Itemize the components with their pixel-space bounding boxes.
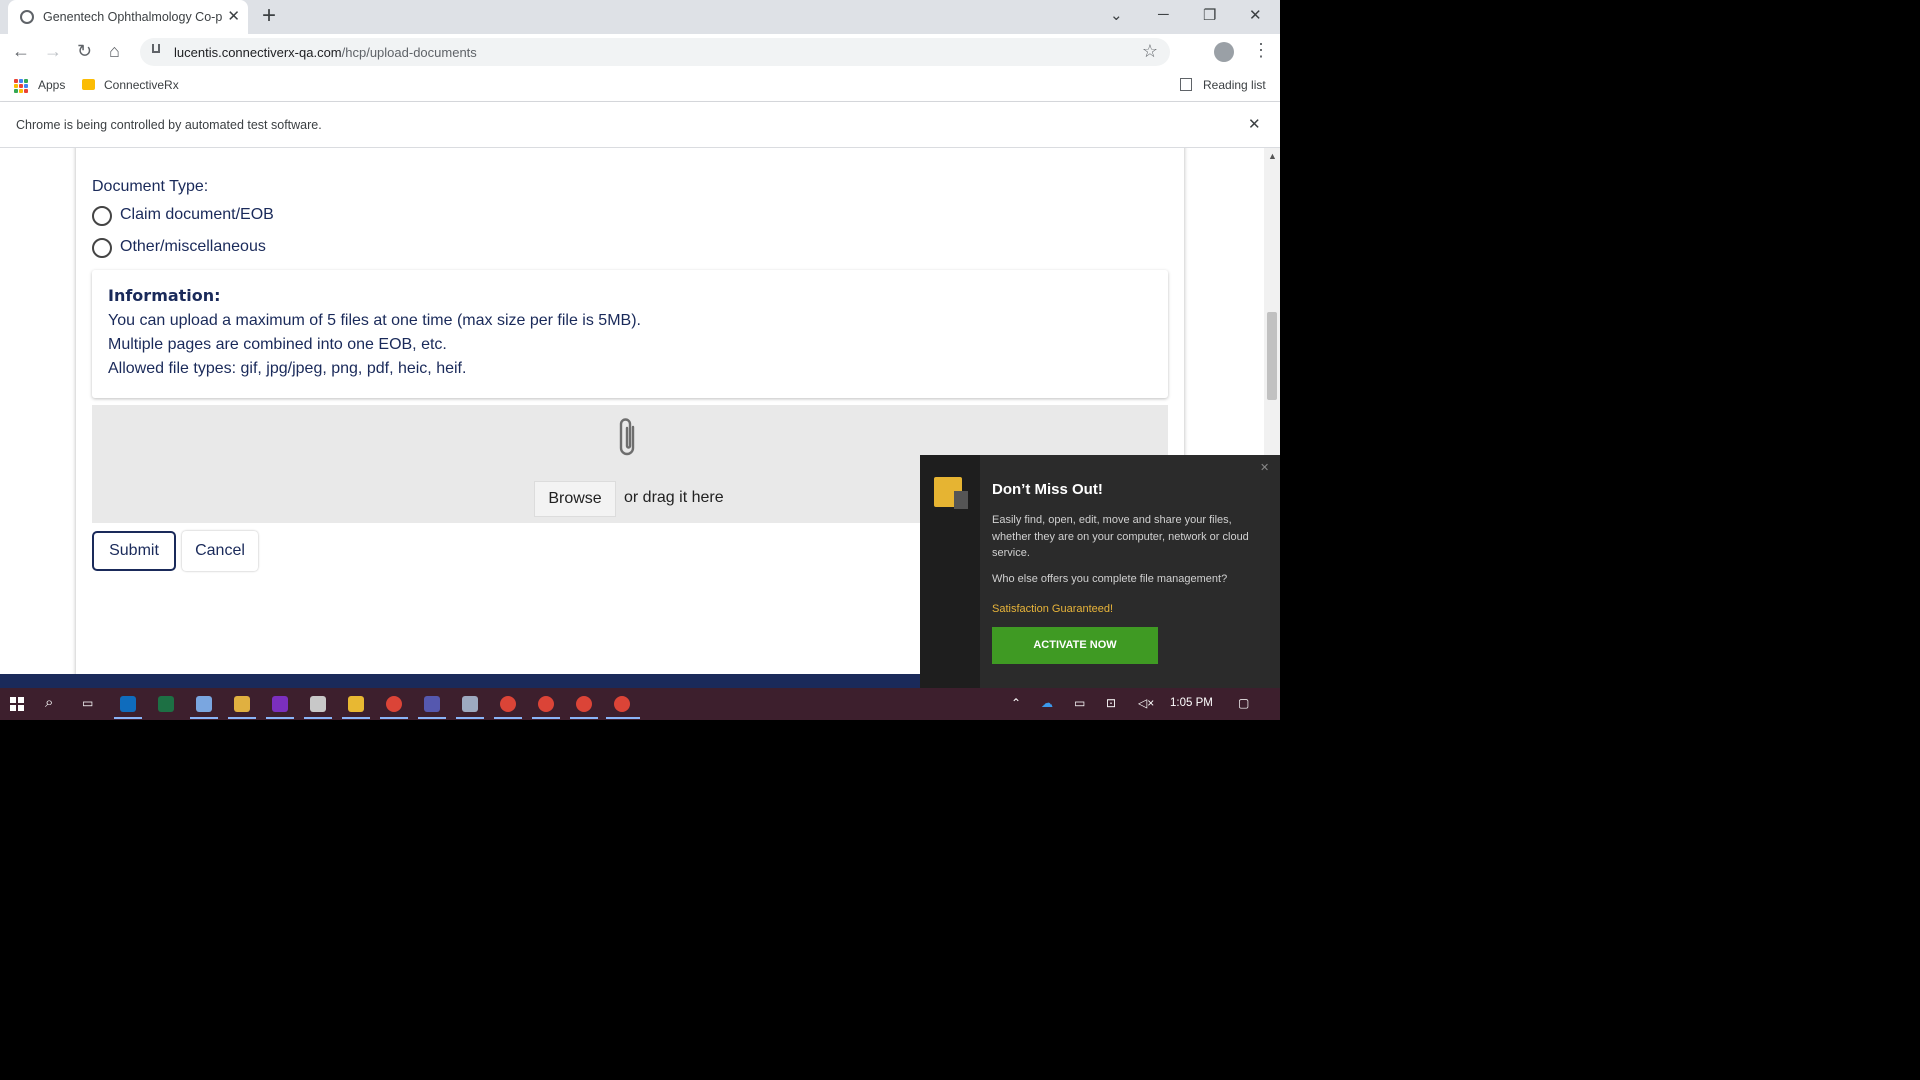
reload-icon[interactable]: ↻ (77, 41, 92, 62)
scrollbar-thumb[interactable] (1267, 312, 1277, 400)
minimize-button[interactable]: ─ (1158, 6, 1169, 23)
document-type-label: Document Type: (92, 178, 209, 195)
battery-icon[interactable]: ▭ (1074, 696, 1085, 710)
promo-popup: ✕ Don’t Miss Out! Easily find, open, edi… (920, 455, 1280, 688)
new-tab-button[interactable]: + (262, 3, 276, 29)
reading-list-button[interactable]: Reading list (1203, 78, 1266, 92)
outlook-active-indicator (114, 717, 142, 719)
onedrive-icon[interactable]: ☁ (1041, 696, 1053, 710)
apps-grid-icon (14, 79, 28, 93)
profile-avatar[interactable] (1214, 42, 1234, 62)
chrome-icon[interactable] (538, 696, 554, 712)
more-menu-icon[interactable]: ⋮ (1252, 40, 1270, 61)
tab-search-icon[interactable]: ⌄ (1110, 6, 1123, 24)
chrome-active-indicator (494, 717, 522, 719)
url-text: lucentis.connectiverx-qa.com/hcp/upload-… (174, 45, 477, 60)
popup-question: Who else offers you complete file manage… (992, 573, 1228, 585)
file-explorer-icon[interactable] (348, 696, 364, 712)
info-line-file-types: Allowed file types: gif, jpg/jpeg, png, … (108, 360, 467, 377)
restore-button[interactable]: ❐ (1203, 6, 1216, 24)
information-heading: Information: (108, 286, 221, 305)
popup-sidebar (920, 455, 980, 688)
bookmark-apps[interactable]: Apps (38, 78, 65, 92)
close-window-button[interactable]: ✕ (1249, 6, 1262, 24)
popup-title: Don’t Miss Out! (992, 481, 1103, 498)
radio-label-claim-document[interactable]: Claim document/EOB (120, 206, 274, 224)
task-view-icon[interactable]: ▭ (82, 696, 93, 710)
lock-icon (152, 44, 160, 53)
automation-infobar: Chrome is being controlled by automated … (0, 102, 1280, 148)
bookmark-connectiverx[interactable]: ConnectiveRx (104, 78, 179, 92)
chrome-active-indicator (606, 717, 640, 719)
bookmark-star-icon[interactable]: ☆ (1142, 41, 1158, 62)
browser-toolbar: ← → ↻ ⌂ lucentis.connectiverx-qa.com/hcp… (0, 34, 1280, 70)
popup-guarantee: Satisfaction Guaranteed! (992, 603, 1114, 615)
tab-title: Genentech Ophthalmology Co-p (43, 10, 223, 24)
git-active-indicator (228, 717, 256, 719)
close-tab-icon[interactable]: ✕ (227, 7, 240, 25)
paint-icon[interactable] (310, 696, 326, 712)
paperclip-icon (619, 418, 635, 456)
network-icon[interactable]: ⊡ (1106, 696, 1116, 710)
address-bar[interactable]: lucentis.connectiverx-qa.com/hcp/upload-… (140, 38, 1170, 66)
folder-icon (82, 79, 95, 90)
remote-active-indicator (456, 717, 484, 719)
bookmarks-bar: Apps ConnectiveRx Reading list (0, 70, 1280, 102)
infobar-message: Chrome is being controlled by automated … (16, 118, 322, 132)
onenote-icon[interactable] (272, 696, 288, 712)
radio-label-other-miscellaneous[interactable]: Other/miscellaneous (120, 238, 266, 256)
cancel-button[interactable]: Cancel (182, 531, 258, 571)
globe-icon (20, 10, 34, 24)
info-line-max-files: You can upload a maximum of 5 files at o… (108, 312, 641, 329)
tab-strip: Genentech Ophthalmology Co-p ✕ + ⌄ ─ ❐ ✕ (0, 0, 1280, 34)
search-icon[interactable]: ⌕ (45, 694, 53, 711)
popup-description: Easily find, open, edit, move and share … (992, 514, 1249, 559)
chevron-up-icon[interactable]: ⌃ (1011, 696, 1021, 710)
teams-icon[interactable] (424, 696, 440, 712)
windows-taskbar: ⌕ ▭ ⌃ ☁ ▭ ⊡ ◁× 1:05 PM ▢ (0, 688, 1280, 720)
activate-now-button[interactable]: ACTIVATE NOW (992, 627, 1158, 664)
chrome-active-indicator (532, 717, 560, 719)
notifications-icon[interactable]: ▢ (1238, 696, 1249, 710)
teams-active-indicator (418, 717, 446, 719)
submit-button[interactable]: Submit (92, 531, 176, 571)
chrome-icon[interactable] (576, 696, 592, 712)
windows-start-icon[interactable] (10, 697, 24, 711)
browser-tab[interactable]: Genentech Ophthalmology Co-p ✕ (8, 0, 248, 34)
git-icon[interactable] (234, 696, 250, 712)
popup-close-icon[interactable]: ✕ (1260, 461, 1269, 474)
excel-icon[interactable] (158, 696, 174, 712)
forward-icon[interactable]: → (44, 41, 62, 62)
reading-list-icon (1180, 78, 1192, 91)
scroll-up-arrow[interactable]: ▲ (1268, 151, 1277, 161)
chrome-icon[interactable] (386, 696, 402, 712)
app-active-indicator (190, 717, 218, 719)
drag-hint: or drag it here (624, 489, 724, 506)
information-box: Information: You can upload a maximum of… (92, 270, 1168, 398)
explorer-active-indicator (342, 717, 370, 719)
chrome-icon[interactable] (614, 696, 630, 712)
outlook-icon[interactable] (120, 696, 136, 712)
info-line-multiple-pages: Multiple pages are combined into one EOB… (108, 336, 447, 353)
chrome-active-indicator (380, 717, 408, 719)
browse-button[interactable]: Browse (534, 481, 616, 517)
radio-other-miscellaneous[interactable] (92, 238, 112, 258)
app-icon[interactable] (196, 696, 212, 712)
file-cabinet-icon (934, 477, 968, 509)
home-icon[interactable]: ⌂ (109, 41, 120, 62)
speaker-muted-icon[interactable]: ◁× (1138, 696, 1154, 710)
onenote-active-indicator (266, 717, 294, 719)
screen: Genentech Ophthalmology Co-p ✕ + ⌄ ─ ❐ ✕… (0, 0, 1280, 720)
remote-desktop-icon[interactable] (462, 696, 478, 712)
infobar-close-icon[interactable]: ✕ (1248, 115, 1261, 133)
chrome-active-indicator (570, 717, 598, 719)
chrome-icon[interactable] (500, 696, 516, 712)
taskbar-clock[interactable]: 1:05 PM (1170, 697, 1213, 709)
back-icon[interactable]: ← (12, 41, 30, 62)
radio-claim-document[interactable] (92, 206, 112, 226)
paint-active-indicator (304, 717, 332, 719)
